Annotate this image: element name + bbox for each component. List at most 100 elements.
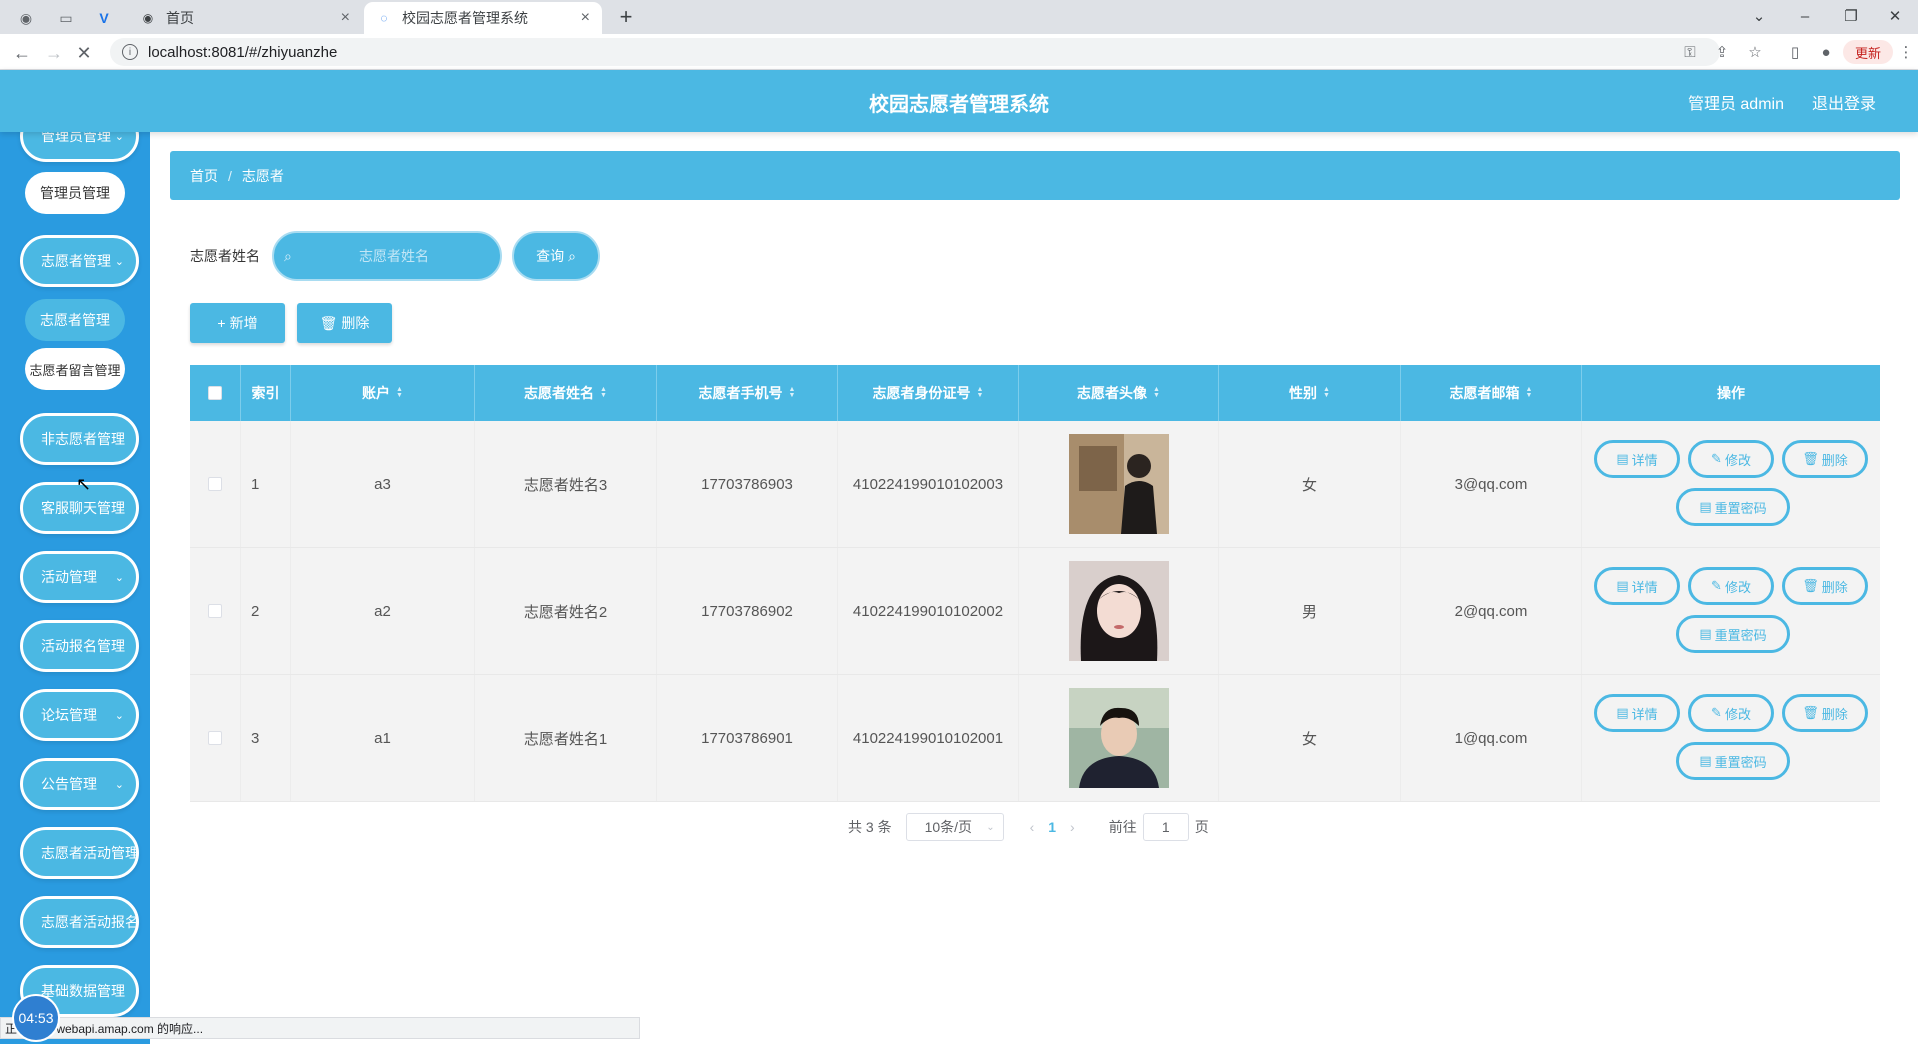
trash-icon: 🗑 [1802, 705, 1819, 720]
search-input[interactable] [304, 248, 484, 264]
star-icon[interactable]: ☆ [1745, 42, 1765, 62]
logout-link[interactable]: 退出登录 [1812, 90, 1876, 114]
sidebar-menu-volunteer-activity-signup[interactable]: 志愿者活动报名管理 [20, 896, 139, 948]
sidebar-menu-volunteer[interactable]: 志愿者管理 ⌄ [20, 235, 139, 287]
goto-page-input[interactable]: 1 [1142, 813, 1189, 841]
reset-password-button[interactable]: ▤ 重置密码 [1676, 615, 1790, 653]
new-tab-button[interactable]: + [612, 3, 640, 31]
close-tab-icon[interactable]: × [581, 9, 590, 27]
sort-icon[interactable]: ▲ ▼ [1153, 386, 1160, 399]
page-size-select[interactable]: 10条/页 ⌄ [905, 813, 1004, 841]
reset-password-button[interactable]: ▤ 重置密码 [1676, 488, 1790, 526]
header-email[interactable]: 志愿者邮箱 ▲ ▼ [1401, 365, 1582, 421]
header-avatar[interactable]: 志愿者头像 ▲ ▼ [1019, 365, 1219, 421]
minimize-button[interactable]: – [1782, 0, 1828, 32]
menu-icon[interactable]: ⋮ [1896, 42, 1916, 62]
batch-delete-button[interactable]: 🗑 删除 [297, 303, 392, 343]
sidebar-menu-admin[interactable]: 管理员管理 ⌄ [20, 132, 139, 162]
header-gender[interactable]: 性别 ▲ ▼ [1219, 365, 1401, 421]
sidebar-menu-volunteer-activity[interactable]: 志愿者活动管理 [20, 827, 139, 879]
sidebar-menu-activity[interactable]: 活动管理 ⌄ [20, 551, 139, 603]
sort-icon[interactable]: ▲ ▼ [1526, 386, 1533, 399]
row-checkbox[interactable] [208, 604, 222, 618]
query-button[interactable]: 查询 ⌕ [512, 231, 600, 281]
breadcrumb: 首页 / 志愿者 [170, 151, 1900, 200]
add-button[interactable]: + 新增 [190, 303, 285, 343]
select-all-checkbox[interactable] [208, 386, 222, 400]
cell-avatar [1019, 421, 1219, 547]
stop-icon[interactable]: ✕ [70, 39, 98, 67]
cell-gender: 男 [1219, 548, 1401, 674]
update-button[interactable]: 更新 [1843, 40, 1893, 64]
cell-account: a3 [291, 421, 475, 547]
prev-page-icon[interactable]: ‹ [1030, 819, 1035, 835]
tab-search-icon[interactable]: ⌄ [1736, 0, 1782, 32]
next-page-icon[interactable]: › [1070, 819, 1075, 835]
breadcrumb-home[interactable]: 首页 [190, 166, 218, 186]
profile-icon[interactable]: ● [1816, 42, 1836, 62]
cell-phone: 17703786901 [657, 675, 838, 801]
row-checkbox[interactable] [208, 731, 222, 745]
sort-icon[interactable]: ▲ ▼ [600, 386, 607, 399]
table-row: 3 a1 志愿者姓名1 17703786901 4102241990101020… [190, 675, 1880, 802]
delete-button[interactable]: 🗑 删除 [1782, 694, 1868, 732]
cell-idcard: 410224199010102002 [838, 548, 1019, 674]
key-icon[interactable]: ⚿ [1680, 42, 1700, 62]
sidebar-sub-volunteer-message[interactable]: 志愿者留言管理 [25, 348, 125, 390]
header-account[interactable]: 账户 ▲ ▼ [291, 365, 475, 421]
sort-icon[interactable]: ▲ ▼ [396, 386, 403, 399]
app-title: 校园志愿者管理系统 [869, 94, 1049, 116]
cell-index: 1 [241, 421, 291, 547]
avatar-image[interactable] [1068, 688, 1169, 788]
sidebar: 管理员管理 ⌄ 管理员管理 志愿者管理 ⌄ 志愿者管理 志愿者留言管理 非志愿者管理… [0, 132, 150, 1044]
delete-button[interactable]: 🗑 删除 [1782, 440, 1868, 478]
sort-icon[interactable]: ▲ ▼ [789, 386, 796, 399]
pinned-tab-icon[interactable]: V [88, 4, 120, 32]
pinned-tab-icon[interactable]: ▭ [50, 4, 82, 32]
cell-idcard: 410224199010102003 [838, 421, 1019, 547]
chevron-down-icon: ⌄ [114, 132, 124, 143]
header-idcard[interactable]: 志愿者身份证号 ▲ ▼ [838, 365, 1019, 421]
sidebar-menu-activity-signup[interactable]: 活动报名管理 [20, 620, 139, 672]
cell-index: 2 [241, 548, 291, 674]
edit-button[interactable]: ✎ 修改 [1688, 567, 1774, 605]
sidebar-sub-volunteer[interactable]: 志愿者管理 [25, 299, 125, 341]
close-window-button[interactable]: ✕ [1872, 0, 1918, 32]
sort-icon[interactable]: ▲ ▼ [1323, 386, 1330, 399]
delete-button[interactable]: 🗑 删除 [1782, 567, 1868, 605]
browser-tab-home[interactable]: ◉ 首页 × [128, 2, 362, 34]
detail-button[interactable]: ▤ 详情 [1594, 694, 1680, 732]
edit-button[interactable]: ✎ 修改 [1688, 440, 1774, 478]
url-field[interactable]: i localhost:8081/#/zhiyuanzhe [110, 38, 1720, 66]
mouse-cursor-icon: ↖ [76, 474, 92, 494]
sidebar-menu-forum[interactable]: 论坛管理 ⌄ [20, 689, 139, 741]
sort-icon[interactable]: ▲ ▼ [977, 386, 984, 399]
header-phone[interactable]: 志愿者手机号 ▲ ▼ [657, 365, 838, 421]
sidebar-sub-admin[interactable]: 管理员管理 [25, 172, 125, 214]
cell-avatar [1019, 675, 1219, 801]
header-index: 索引 [241, 365, 291, 421]
edit-button[interactable]: ✎ 修改 [1688, 694, 1774, 732]
close-tab-icon[interactable]: × [341, 9, 350, 27]
row-checkbox[interactable] [208, 477, 222, 491]
info-icon[interactable]: i [122, 44, 138, 60]
search-field[interactable]: ⌕ [272, 231, 502, 281]
side-panel-icon[interactable]: ▯ [1785, 42, 1805, 62]
back-icon[interactable]: ← [8, 39, 36, 67]
restore-button[interactable]: ❐ [1828, 0, 1874, 32]
avatar-image[interactable] [1068, 434, 1169, 534]
detail-button[interactable]: ▤ 详情 [1594, 567, 1680, 605]
sidebar-menu-non-volunteer[interactable]: 非志愿者管理 [20, 413, 139, 465]
header-name[interactable]: 志愿者姓名 ▲ ▼ [475, 365, 657, 421]
browser-tab-active[interactable]: ◌ 校园志愿者管理系统 × [364, 2, 602, 34]
page-number[interactable]: 1 [1048, 819, 1056, 835]
cell-gender: 女 [1219, 675, 1401, 801]
sidebar-menu-notice[interactable]: 公告管理 ⌄ [20, 758, 139, 810]
share-icon[interactable]: ⇪ [1712, 42, 1732, 62]
pinned-tab-icon[interactable]: ◉ [10, 4, 42, 32]
detail-button[interactable]: ▤ 详情 [1594, 440, 1680, 478]
avatar-image[interactable] [1068, 561, 1169, 661]
goto-label: 前往 [1108, 819, 1137, 835]
forward-icon[interactable]: → [40, 39, 68, 67]
reset-password-button[interactable]: ▤ 重置密码 [1676, 742, 1790, 780]
